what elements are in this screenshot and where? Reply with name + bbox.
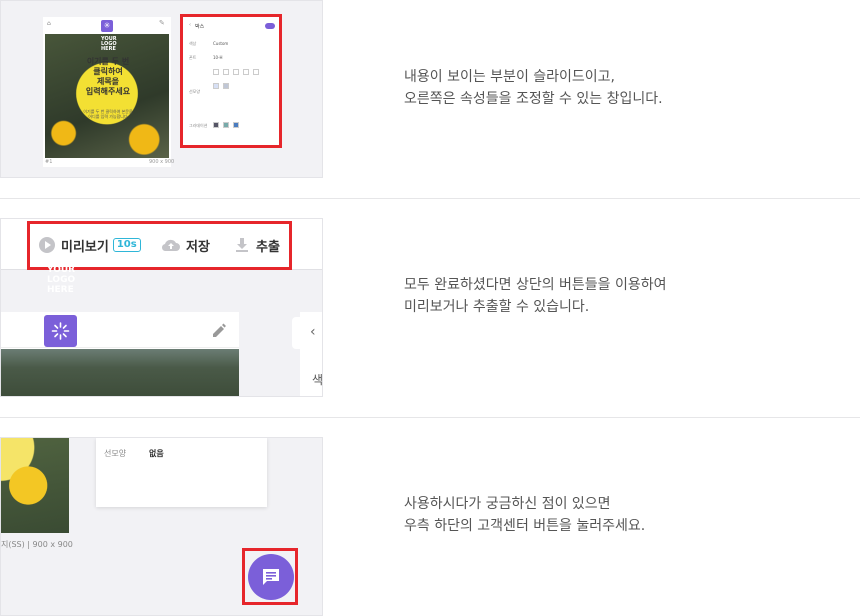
slide-body[interactable]: 이기를 두 번 클릭하여 본문을 어디를 입력 가능합니다 [77, 109, 139, 119]
chevron-left-icon: ‹ [310, 324, 316, 340]
size-text: 900 x 900 [149, 159, 175, 165]
logo-text: YOUR LOGO HERE [101, 36, 117, 52]
slide-card[interactable] [1, 312, 239, 396]
popup-value[interactable]: 없음 [149, 448, 164, 459]
slide-photo [1, 349, 239, 396]
sparkle-icon[interactable] [44, 315, 77, 347]
trash-icon[interactable]: ⌂ [47, 20, 51, 27]
side-panel-text: 색 [312, 373, 323, 387]
canvas-topbar: ⌂ ✳ ✎ [43, 17, 171, 33]
collapse-button[interactable]: ‹ [292, 317, 322, 349]
divider [0, 417, 860, 418]
page-number: #1 [45, 159, 53, 165]
popup-label: 선모양 [104, 449, 127, 458]
slide-canvas[interactable]: ⌂ ✳ ✎ YOUR LOGO HERE 이기를 두 번 클릭하여 제목을 입력… [43, 17, 171, 167]
slide-card-header [1, 312, 239, 348]
slide-photo [1, 438, 69, 533]
highlight-box [180, 14, 282, 148]
slide-title[interactable]: 이기를 두 번 클릭하여 제목을 입력해주세요 [73, 57, 143, 97]
slide-editor-screenshot: ⌂ ✳ ✎ YOUR LOGO HERE 이기를 두 번 클릭하여 제목을 입력… [0, 0, 323, 178]
description-1: 내용이 보이는 부분이 슬라이드이고, 오른쪽은 속성들을 조정할 수 있는 창… [404, 69, 663, 107]
description-3: 사용하시다가 궁금하신 점이 있으면 우측 하단의 고객센터 버튼을 눌러주세요… [404, 496, 646, 534]
logo-text: YOUR LOGO HERE [47, 265, 76, 295]
guide-section-toolbar: 미리보기 10s 저장 추출 YOUR LOGO HERE ‹ 색 모두 완료하… [0, 218, 860, 398]
sparkle-icon[interactable]: ✳ [101, 20, 113, 32]
highlight-box [242, 548, 298, 605]
highlight-box [27, 221, 292, 270]
size-text: 지(SS) | 900 x 900 [1, 540, 73, 549]
guide-section-slide: ⌂ ✳ ✎ YOUR LOGO HERE 이기를 두 번 클릭하여 제목을 입력… [0, 0, 860, 198]
guide-section-help: 지(SS) | 900 x 900 선모양 없음 사용하시다가 궁금하신 점이 … [0, 437, 860, 616]
description-2: 모두 완료하셨다면 상단의 버튼들을 이용하여 미리보거나 추출할 수 있습니다… [404, 277, 667, 315]
help-screenshot: 지(SS) | 900 x 900 선모양 없음 [0, 437, 323, 616]
pencil-icon[interactable] [211, 322, 227, 342]
pencil-icon[interactable]: ✎ [159, 19, 165, 27]
divider [0, 198, 860, 199]
property-popup: 선모양 없음 [96, 438, 267, 507]
toolbar-screenshot: 미리보기 10s 저장 추출 YOUR LOGO HERE ‹ 색 [0, 218, 323, 397]
